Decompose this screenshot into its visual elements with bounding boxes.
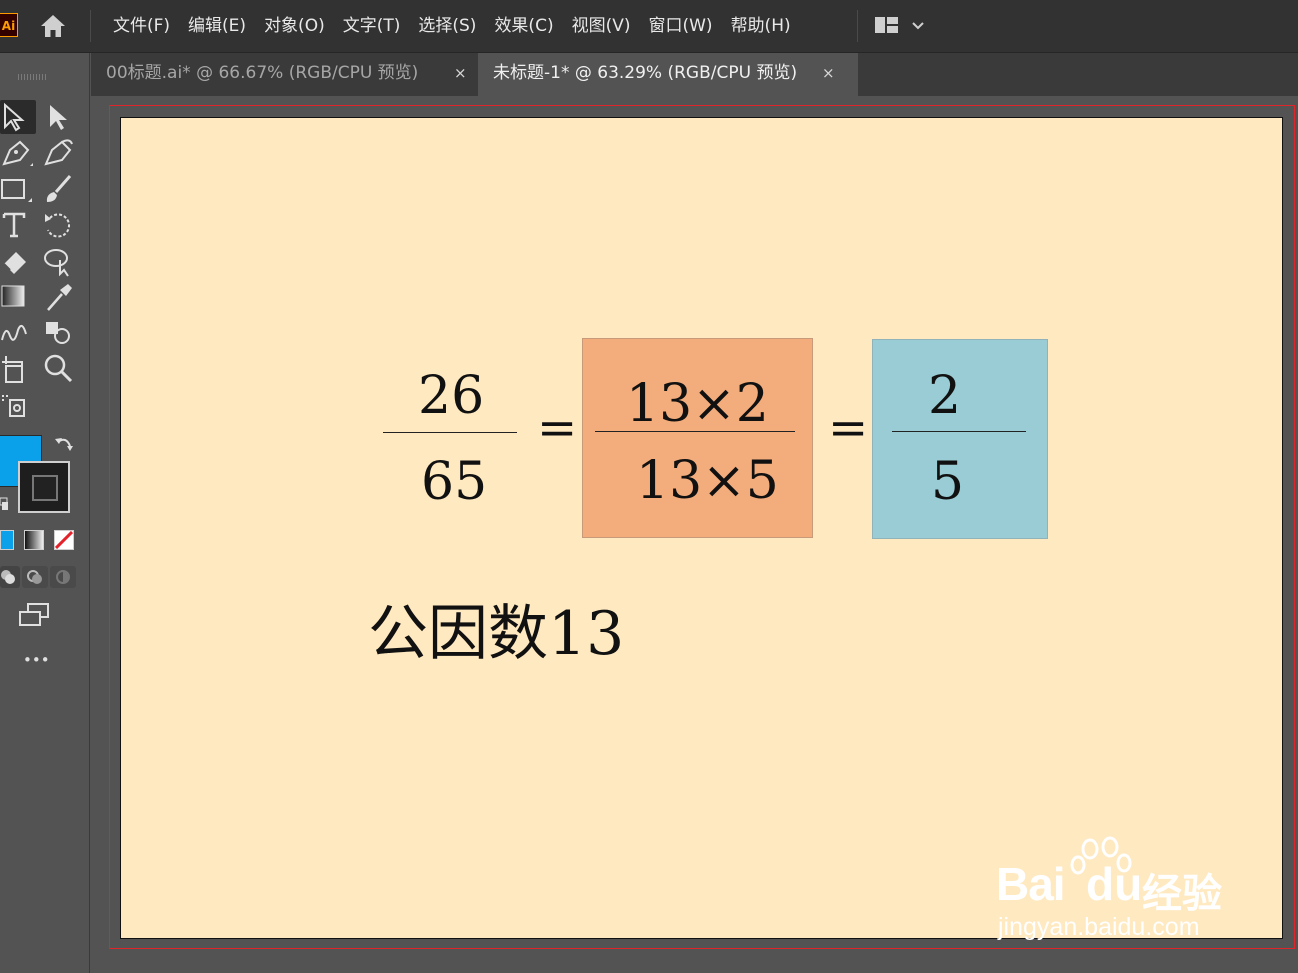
menu-file[interactable]: 文件(F)	[104, 0, 179, 52]
color-mode-button[interactable]	[0, 530, 14, 550]
none-mode-button[interactable]	[54, 530, 74, 550]
app-logo: Ai	[0, 13, 18, 37]
draw-behind-button[interactable]	[22, 566, 48, 588]
fraction-3-denominator[interactable]: 5	[931, 452, 964, 512]
swap-arrow-icon	[55, 438, 73, 451]
fraction-3-numerator[interactable]: 2	[928, 366, 961, 426]
draw-inside-button[interactable]	[50, 566, 76, 588]
paintbrush-icon	[46, 175, 72, 202]
menu-separator	[857, 10, 858, 42]
workspace-layout-icon	[875, 17, 924, 33]
fraction-1-denominator[interactable]: 65	[421, 452, 487, 512]
selection-tool[interactable]	[0, 100, 36, 134]
eraser-icon	[3, 252, 26, 274]
close-icon[interactable]: ×	[454, 53, 467, 93]
eraser-tool[interactable]	[0, 244, 36, 278]
curvature-tool[interactable]	[42, 136, 78, 170]
menu-object[interactable]: 对象(O)	[255, 0, 334, 52]
fraction-2-bar[interactable]	[595, 431, 795, 432]
close-icon[interactable]: ×	[822, 53, 835, 93]
direct-selection-arrow-icon	[50, 105, 67, 130]
blend-tool[interactable]	[0, 316, 36, 350]
menu-select[interactable]: 选择(S)	[409, 0, 485, 52]
eyedropper-icon	[47, 284, 72, 311]
pen-icon	[2, 140, 33, 166]
tab-document-1[interactable]: 00标题.ai* @ 66.67% (RGB/CPU 预览) ×	[91, 53, 478, 96]
menu-type[interactable]: 文字(T)	[334, 0, 410, 52]
menu-view[interactable]: 视图(V)	[563, 0, 640, 52]
home-button[interactable]	[38, 12, 68, 40]
watermark-brand-2: du	[1086, 858, 1143, 910]
fraction-2-numerator[interactable]: 13×2	[626, 374, 769, 434]
rotate-icon	[45, 213, 71, 238]
rotate-tool[interactable]	[42, 208, 78, 242]
rectangle-icon	[1, 179, 32, 202]
gradient-mode-button[interactable]	[24, 530, 44, 550]
shape-builder-tool[interactable]	[42, 316, 78, 350]
selection-arrow-icon	[4, 102, 25, 132]
watermark-brand: Bai	[996, 858, 1066, 910]
type-t-icon	[2, 212, 26, 238]
toolbar-edit-icon	[2, 395, 25, 417]
menu-effect[interactable]: 效果(C)	[485, 0, 562, 52]
eyedropper-tool[interactable]	[42, 280, 78, 314]
free-transform-tool[interactable]	[42, 244, 78, 278]
artboard-tool[interactable]	[0, 352, 36, 386]
gradient-tool[interactable]	[0, 280, 36, 314]
workspace-switcher-button[interactable]	[872, 14, 928, 38]
screen-mode-icon	[19, 603, 49, 626]
blend-squiggle-icon	[1, 324, 27, 341]
stroke-inner	[32, 475, 58, 501]
artboard-icon	[2, 356, 23, 383]
rectangle-tool[interactable]	[0, 172, 36, 206]
lasso-transform-icon	[44, 249, 69, 277]
curvature-pen-icon	[44, 139, 73, 166]
default-colors-icon	[0, 497, 8, 510]
fraction-2-denominator[interactable]: 13×5	[636, 451, 779, 511]
more-tools-button[interactable]: •••	[23, 650, 50, 670]
menu-items: 文件(F) 编辑(E) 对象(O) 文字(T) 选择(S) 效果(C) 视图(V…	[104, 0, 800, 52]
menu-window[interactable]: 窗口(W)	[639, 0, 721, 52]
document-tab-bar: 00标题.ai* @ 66.67% (RGB/CPU 预览) × 未标题-1* …	[91, 53, 1298, 96]
fraction-1-bar[interactable]	[383, 432, 517, 433]
home-icon	[41, 15, 65, 37]
menu-edit[interactable]: 编辑(E)	[179, 0, 255, 52]
tab-document-2[interactable]: 未标题-1* @ 63.29% (RGB/CPU 预览) ×	[478, 53, 858, 96]
menu-help[interactable]: 帮助(H)	[722, 0, 800, 52]
default-colors-button[interactable]	[0, 496, 10, 512]
equals-sign-2[interactable]: =	[828, 400, 868, 456]
tab-label: 未标题-1* @ 63.29% (RGB/CPU 预览)	[493, 63, 798, 83]
watermark-cn: 经验	[1142, 872, 1222, 916]
swap-fill-stroke-button[interactable]	[54, 434, 76, 456]
fraction-1-numerator[interactable]: 26	[418, 366, 484, 426]
baidu-jingyan-watermark: Bai du 经验 jingyan.baidu.com	[996, 835, 1236, 945]
zoom-tool[interactable]	[42, 352, 78, 386]
menu-separator	[90, 10, 91, 42]
watermark-url: jingyan.baidu.com	[998, 913, 1200, 941]
stroke-color-swatch[interactable]	[18, 461, 70, 513]
draw-behind-icon	[22, 566, 48, 588]
none-slash-icon	[55, 531, 73, 549]
draw-inside-icon	[50, 566, 76, 588]
direct-selection-tool[interactable]	[42, 100, 78, 134]
pen-tool[interactable]	[0, 136, 36, 170]
equals-sign-1[interactable]: =	[537, 400, 577, 456]
type-tool[interactable]	[0, 208, 36, 242]
panel-grip[interactable]	[18, 74, 46, 80]
menu-bar: Ai 文件(F) 编辑(E) 对象(O) 文字(T) 选择(S) 效果(C) 视…	[0, 0, 1298, 53]
gradient-icon	[1, 285, 25, 307]
edit-toolbar-tool[interactable]	[0, 388, 36, 422]
change-screen-mode-button[interactable]	[18, 602, 52, 628]
paintbrush-tool[interactable]	[42, 172, 78, 206]
tab-label: 00标题.ai* @ 66.67% (RGB/CPU 预览)	[106, 63, 419, 83]
magnifier-icon	[44, 354, 73, 383]
shape-builder-icon	[46, 322, 70, 344]
fraction-3-bar[interactable]	[892, 431, 1026, 432]
common-factor-note[interactable]: 公因数13	[368, 585, 624, 672]
